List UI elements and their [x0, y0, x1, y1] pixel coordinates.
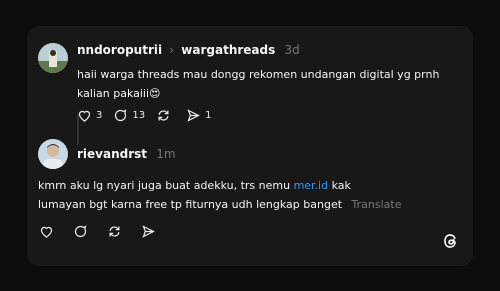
- reply-actions: [39, 224, 167, 239]
- threads-card: nndoroputrii › wargathreads 3d haii warg…: [27, 26, 473, 266]
- reply-button[interactable]: [73, 224, 88, 239]
- comment-icon: [73, 224, 88, 239]
- reply-time: 1m: [156, 147, 176, 161]
- send-icon: [186, 108, 201, 123]
- post-actions: 3 13 1: [77, 108, 222, 123]
- share-button[interactable]: 1: [186, 108, 211, 123]
- post-text-line: haii warga threads mau dongg rekomen und…: [77, 68, 440, 81]
- reply-count: 13: [132, 110, 146, 121]
- community-name[interactable]: wargathreads: [181, 43, 275, 57]
- like-button[interactable]: [39, 224, 54, 239]
- reply-text-line: lumayan bgt karna free tp fiturnya udh l…: [38, 195, 401, 214]
- repost-icon: [156, 108, 171, 123]
- username[interactable]: nndoroputrii: [77, 43, 162, 57]
- post-text-line: kalian pakaiii😍: [77, 87, 161, 100]
- reply-button[interactable]: 13: [113, 108, 145, 123]
- post-header: nndoroputrii › wargathreads 3d: [77, 43, 300, 57]
- repost-icon: [107, 224, 122, 239]
- repost-button[interactable]: [107, 224, 122, 239]
- reply-header: rievandrst 1m: [77, 147, 176, 161]
- share-button[interactable]: [141, 224, 156, 239]
- reply-text-segment: kak: [328, 179, 351, 192]
- username[interactable]: rievandrst: [77, 147, 147, 161]
- share-count: 1: [205, 110, 212, 121]
- heart-icon: [39, 224, 54, 239]
- post-text: haii warga threads mau dongg rekomen und…: [77, 65, 439, 103]
- chevron-right-icon: ›: [169, 43, 175, 57]
- reply-text-line: kmrn aku lg nyari juga buat adekku, trs …: [38, 176, 401, 195]
- mer-id-link[interactable]: mer.id: [294, 179, 329, 192]
- threads-logo-icon: [442, 232, 460, 254]
- repost-button[interactable]: [156, 108, 175, 123]
- reply-text-segment: kmrn aku lg nyari juga buat adekku, trs …: [38, 179, 294, 192]
- comment-icon: [113, 108, 128, 123]
- like-count: 3: [96, 110, 103, 121]
- post-time: 3d: [284, 43, 300, 57]
- reply-text-segment: lumayan bgt karna free tp fiturnya udh l…: [38, 198, 343, 211]
- like-button[interactable]: 3: [77, 108, 102, 123]
- translate-link[interactable]: Translate: [352, 198, 402, 211]
- reply-text: kmrn aku lg nyari juga buat adekku, trs …: [38, 176, 401, 214]
- avatar[interactable]: [38, 43, 68, 73]
- heart-icon: [77, 108, 92, 123]
- send-icon: [141, 224, 156, 239]
- avatar[interactable]: [38, 139, 68, 169]
